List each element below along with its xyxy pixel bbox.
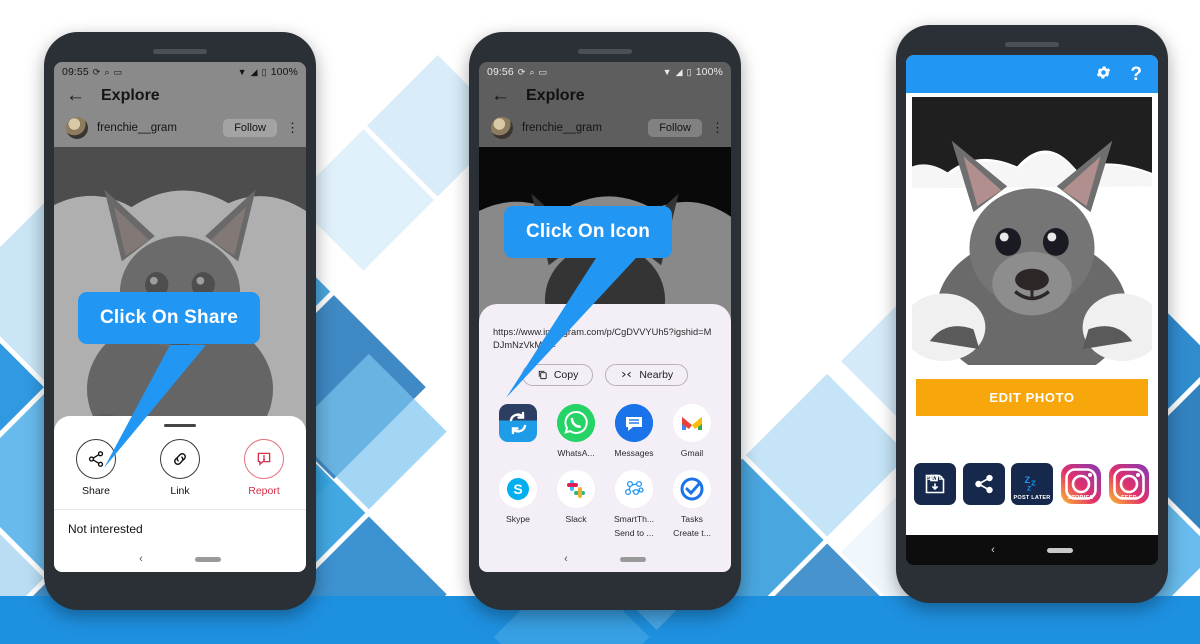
callout-share-tail — [104, 345, 206, 468]
callout-icon-tail — [506, 258, 636, 398]
callout-click-on-share: Click On Share — [78, 292, 260, 344]
screenshot-canvas: 09:55 ⟳ ⌕ ▭ ▼ ◢ ▯ 100% ← Explore frenchi… — [0, 0, 1200, 644]
callout-click-on-icon: Click On Icon — [504, 206, 673, 258]
